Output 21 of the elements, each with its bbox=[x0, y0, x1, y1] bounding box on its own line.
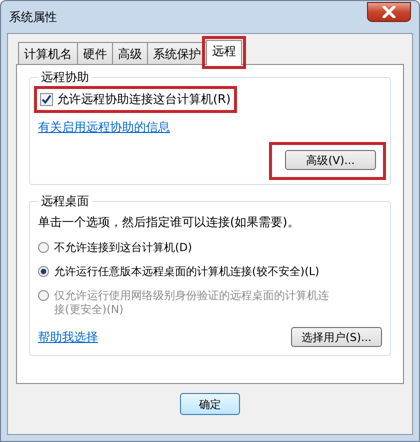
group-title: 远程协助 bbox=[40, 69, 90, 86]
close-button[interactable] bbox=[367, 2, 411, 22]
tab[interactable]: 高级 bbox=[112, 42, 148, 64]
close-icon bbox=[382, 6, 396, 18]
window-title: 系统属性 bbox=[9, 8, 57, 26]
tab[interactable]: 计算机名 bbox=[18, 42, 78, 64]
help-link[interactable]: 帮助我选择 bbox=[38, 328, 98, 346]
tab[interactable]: 系统保护 bbox=[147, 42, 207, 64]
radio-option[interactable]: 不允许连接到这台计算机(D) bbox=[38, 241, 382, 255]
radio-option[interactable]: 允许运行任意版本远程桌面的计算机连接(较不安全)(L) bbox=[38, 265, 382, 279]
checkbox-option[interactable]: 允许远程协助连接这台计算机(R) bbox=[38, 90, 233, 109]
info-link[interactable]: 有关启用远程协助的信息 bbox=[38, 119, 382, 136]
advanced-button[interactable]: 高级(V)... bbox=[285, 150, 376, 170]
tab[interactable]: 硬件 bbox=[77, 42, 113, 64]
radio-button[interactable] bbox=[38, 266, 49, 277]
ok-button[interactable]: 确定 bbox=[180, 393, 240, 415]
description-text: 单击一个选项，然后指定谁可以连接(如果需要)。 bbox=[38, 214, 300, 231]
group-title: 远程桌面 bbox=[40, 193, 90, 210]
radio-button[interactable] bbox=[38, 242, 49, 253]
checkbox[interactable] bbox=[40, 93, 53, 106]
select-users-button[interactable]: 选择用户(S)... bbox=[291, 327, 382, 347]
